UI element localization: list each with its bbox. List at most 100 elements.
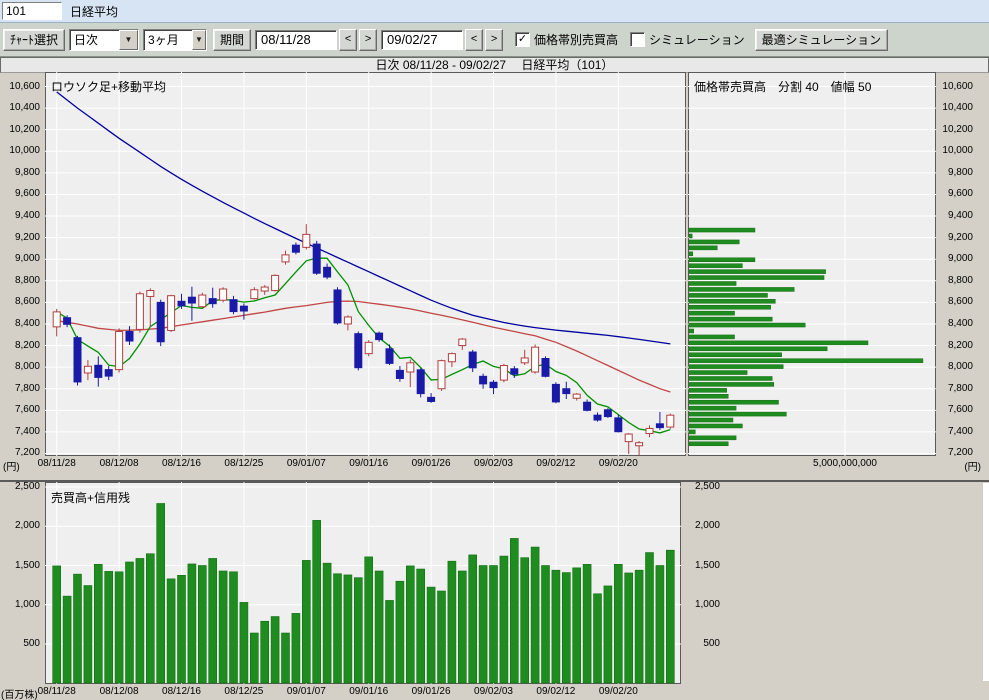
axis-label: 1,500: [15, 560, 40, 571]
axis-tick-label: 08/12/25: [224, 458, 263, 469]
axis-label: 10,400: [942, 102, 973, 113]
axis-tick-label: 09/01/07: [287, 458, 326, 469]
axis-label: 9,400: [15, 210, 40, 221]
volume-by-price-chart: [688, 72, 936, 456]
volume-axis-right: 500 1,000 1,500 2,000 2,500: [686, 482, 746, 684]
simulation-checkbox[interactable]: シミュレーション: [630, 31, 745, 48]
axis-tick-label: 09/01/16: [349, 686, 388, 697]
axis-label: 9,800: [948, 167, 973, 178]
candlestick-chart: [45, 72, 686, 456]
stock-code-input[interactable]: [2, 2, 62, 20]
axis-tick-label: 08/12/16: [162, 686, 201, 697]
axis-tick-label: 08/12/16: [162, 458, 201, 469]
axis-tick-label: 5,000,000,000: [813, 458, 877, 469]
axis-label: 7,400: [948, 426, 973, 437]
checkbox-checked-icon[interactable]: ✓: [515, 32, 530, 47]
axis-label: 10,600: [9, 81, 40, 92]
date-from-prev-button[interactable]: <: [339, 29, 357, 51]
axis-tick-label: 09/02/12: [536, 686, 575, 697]
checkbox-unchecked-icon[interactable]: [630, 32, 645, 47]
axis-tick-label: 09/02/03: [474, 458, 513, 469]
date-to-input[interactable]: 09/02/27: [381, 30, 463, 50]
axis-tick-label: 08/12/08: [100, 686, 139, 697]
axis-label: 10,000: [9, 145, 40, 156]
axis-label: 9,600: [948, 188, 973, 199]
axis-label: 7,800: [948, 383, 973, 394]
volume-chart: [45, 482, 681, 684]
axis-tick-label: 09/01/26: [412, 458, 451, 469]
frequency-value: 日次: [70, 31, 119, 48]
axis-label: 7,600: [948, 404, 973, 415]
axis-tick-label: 09/02/20: [599, 458, 638, 469]
chart-application-window: 日経平均 ﾁｬｰﾄ選択 日次 ▼ 3ヶ月 ▼ 期間 08/11/28 < > 0…: [0, 0, 989, 700]
axis-label: 10,600: [942, 81, 973, 92]
simulation-checkbox-label: シミュレーション: [649, 31, 745, 48]
volume-axis-left: 500 1,000 1,500 2,000 2,500: [0, 482, 45, 684]
axis-label: 10,000: [942, 145, 973, 156]
chevron-down-icon[interactable]: ▼: [119, 30, 138, 50]
axis-label: 8,400: [948, 318, 973, 329]
axis-label: 8,600: [15, 296, 40, 307]
period-button[interactable]: 期間: [213, 29, 251, 51]
axis-label: 1,500: [692, 560, 720, 571]
date-to-next-button[interactable]: >: [485, 29, 503, 51]
axis-label: 9,200: [948, 232, 973, 243]
date-axis-top: (円) 08/11/28 08/12/08 08/12/16 08/12/25 09/01…: [0, 456, 989, 472]
axis-label: 500: [692, 638, 720, 649]
axis-tick-label: 08/11/28: [38, 458, 76, 469]
toolbar: ﾁｬｰﾄ選択 日次 ▼ 3ヶ月 ▼ 期間 08/11/28 < > 09/02/…: [0, 23, 989, 57]
axis-tick-label: (円): [964, 458, 981, 473]
axis-label: 9,000: [948, 253, 973, 264]
span-dropdown[interactable]: 3ヶ月 ▼: [143, 29, 207, 51]
axis-label: 9,000: [15, 253, 40, 264]
axis-label: 8,800: [15, 275, 40, 286]
axis-tick-label: 08/11/28: [38, 686, 76, 697]
axis-tick-label: 08/12/08: [100, 458, 139, 469]
axis-tick-label: (百万株): [1, 686, 38, 700]
optimal-simulation-button[interactable]: 最適シミュレーション: [755, 29, 889, 51]
axis-label: 2,500: [692, 481, 720, 492]
axis-label: 1,000: [692, 599, 720, 610]
axis-label: 8,200: [15, 340, 40, 351]
axis-tick-label: 09/01/26: [412, 686, 451, 697]
frequency-dropdown[interactable]: 日次 ▼: [69, 29, 139, 51]
chart-select-button[interactable]: ﾁｬｰﾄ選択: [3, 29, 65, 51]
stock-name-label: 日経平均: [70, 3, 118, 20]
axis-label: 2,000: [15, 520, 40, 531]
axis-tick-label: 09/02/12: [536, 458, 575, 469]
axis-tick-label: 08/12/25: [224, 686, 263, 697]
axis-tick-label: 09/02/03: [474, 686, 513, 697]
date-axis-bottom: (百万株)08/11/28 08/12/08 08/12/16 08/12/25 09/…: [0, 684, 989, 700]
axis-label: 8,000: [948, 361, 973, 372]
axis-tick-label: 09/01/16: [349, 458, 388, 469]
code-bar: 日経平均: [0, 0, 989, 23]
axis-label: 2,500: [15, 481, 40, 492]
axis-label: 2,000: [692, 520, 720, 531]
axis-label: 7,400: [15, 426, 40, 437]
volume-by-price-checkbox[interactable]: ✓ 価格帯別売買高: [515, 31, 618, 48]
axis-label: 500: [23, 638, 40, 649]
date-to-prev-button[interactable]: <: [465, 29, 483, 51]
span-value: 3ヶ月: [144, 31, 192, 48]
date-from-input[interactable]: 08/11/28: [255, 30, 337, 50]
price-axis-right: 7,2007,4007,6007,8008,0008,2008,4008,600…: [936, 72, 989, 456]
axis-label: 7,600: [15, 404, 40, 415]
volume-by-price-title: 価格帯売買高 分割 40 値幅 50: [694, 78, 871, 95]
axis-label: 8,600: [948, 296, 973, 307]
axis-label: 9,600: [15, 188, 40, 199]
volume-by-price-checkbox-label: 価格帯別売買高: [534, 31, 618, 48]
axis-label: 10,200: [942, 124, 973, 135]
axis-label: 1,000: [15, 599, 40, 610]
volume-chart-title: 売買高+信用残: [51, 489, 130, 506]
axis-label: 9,200: [15, 232, 40, 243]
axis-tick-label: 09/01/07: [287, 686, 326, 697]
chevron-down-icon[interactable]: ▼: [192, 30, 206, 50]
axis-tick-label: (円): [3, 458, 20, 473]
axis-label: 8,000: [15, 361, 40, 372]
status-bar: 日次 08/11/28 - 09/02/27 日経平均（101）: [0, 57, 989, 73]
candlestick-chart-title: ロウソク足+移動平均: [51, 78, 166, 95]
date-from-next-button[interactable]: >: [359, 29, 377, 51]
scrollbar-track[interactable]: [983, 483, 989, 681]
axis-label: 9,400: [948, 210, 973, 221]
axis-label: 8,400: [15, 318, 40, 329]
